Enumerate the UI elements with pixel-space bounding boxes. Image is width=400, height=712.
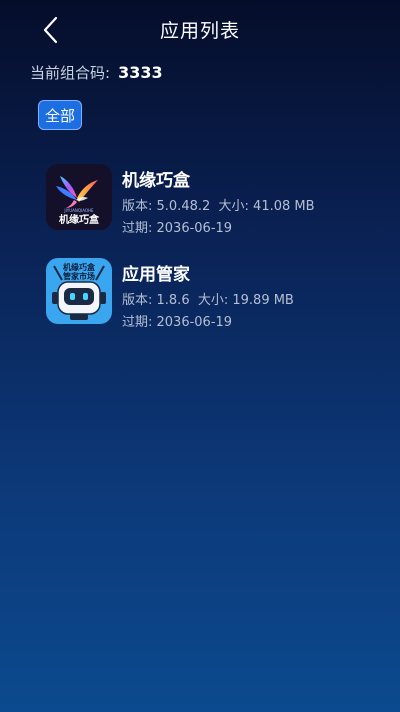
page-title: 应用列表 [159,20,240,42]
app-name: 应用管家 [122,265,190,285]
app-size: 大小: 19.89 MB [197,293,294,308]
app-meta: 版本: 5.0.48.2 大小: 41.08 MB [122,195,315,214]
app-expiry: 过期: 2036-06-19 [122,315,233,330]
svg-text:JIYUANQIAOHE: JIYUANQIAOHE [63,208,94,213]
group-code-value: 3333 [118,63,163,82]
app-meta: 版本: 1.8.6 大小: 19.89 MB [122,289,294,308]
svg-text:机缘巧盒: 机缘巧盒 [59,213,100,226]
app-version: 版本: 5.0.48.2 [122,199,211,214]
app-expiry: 过期: 2036-06-19 [122,221,233,236]
group-code-row: 当前组合码: 3333 [30,62,163,84]
app-version: 版本: 1.8.6 [122,293,190,308]
app-item-yingyongguanjia[interactable]: 机缘巧盒 管家市场 应用管家 版本: 1.8.6 大小: 19.89 MB 过期… [46,258,376,352]
filter-all-button[interactable]: 全部 [38,100,82,130]
app-size: 大小: 41.08 MB [218,199,315,214]
group-code-label: 当前组合码: [30,64,111,82]
svg-text:管家市场: 管家市场 [63,271,95,281]
robot-logo-icon: 机缘巧盒 管家市场 [46,258,112,324]
app-name: 机缘巧盒 [122,171,190,191]
svg-text:机缘巧盒: 机缘巧盒 [63,262,96,272]
app-list: JIYUANQIAOHE 机缘巧盒 机缘巧盒 版本: 5.0.48.2 大小: … [46,164,376,352]
bird-logo-icon: JIYUANQIAOHE 机缘巧盒 [46,164,112,230]
app-item-jiyuanqiaohe[interactable]: JIYUANQIAOHE 机缘巧盒 机缘巧盒 版本: 5.0.48.2 大小: … [46,164,376,258]
app-header: 应用列表 [0,0,400,60]
